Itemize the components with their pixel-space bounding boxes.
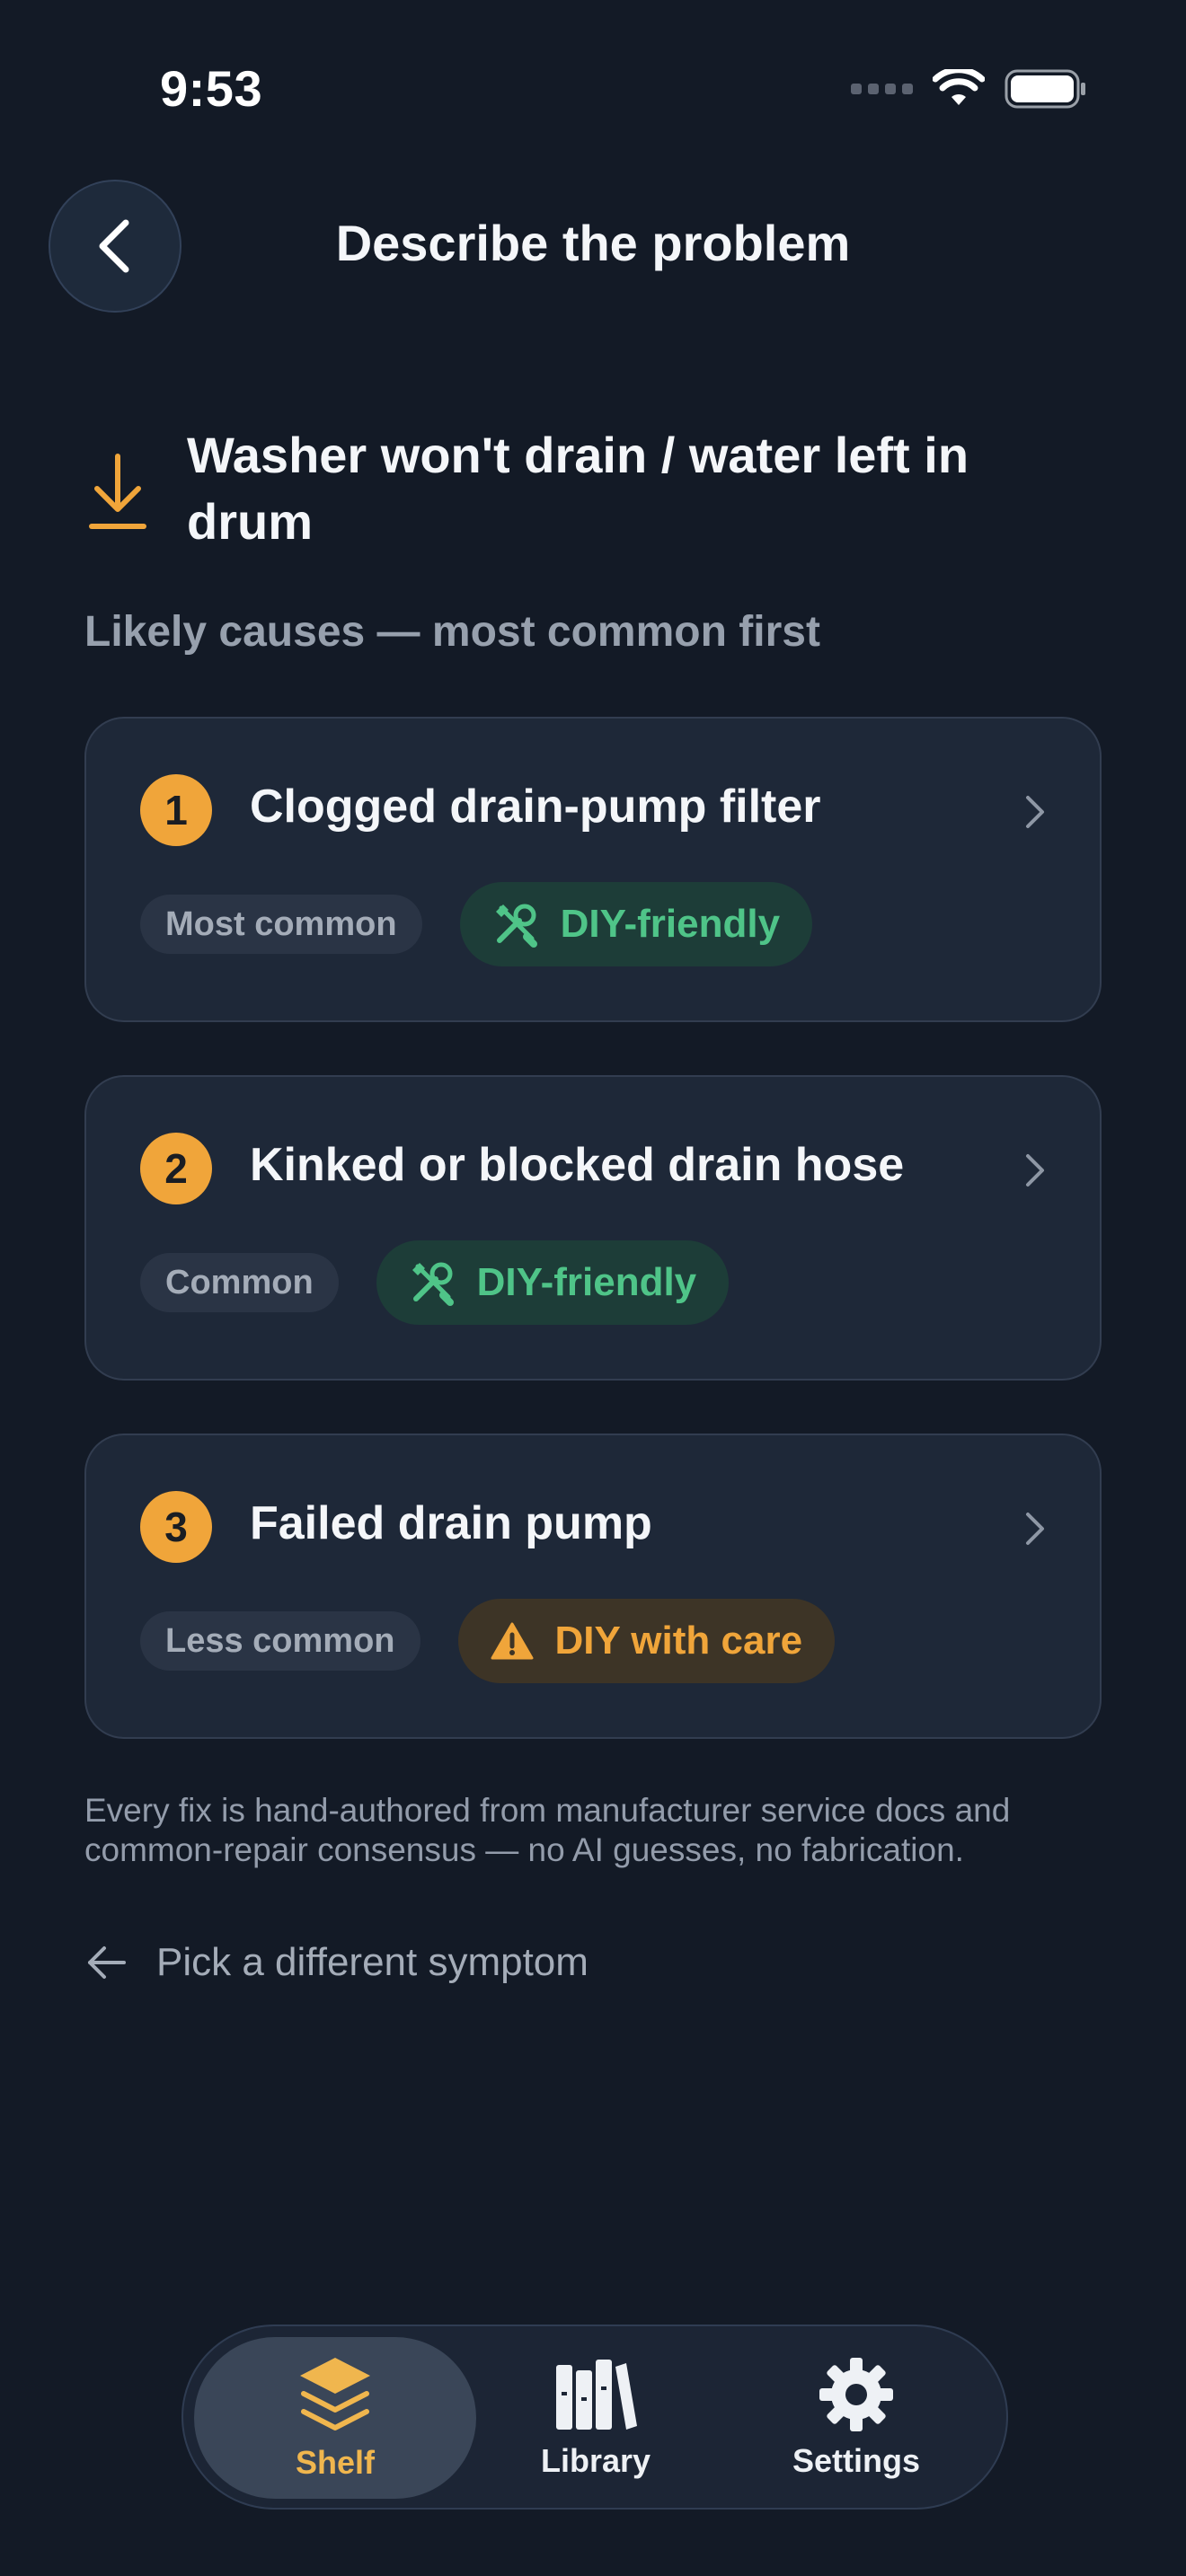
wifi-icon <box>933 69 985 105</box>
diy-chip: DIY-friendly <box>459 882 813 966</box>
tab-settings[interactable]: Settings <box>715 2337 997 2499</box>
chevron-right-icon <box>1026 1513 1044 1545</box>
status-time: 9:53 <box>160 60 263 117</box>
pick-different-symptom-link[interactable]: Pick a different symptom <box>84 1940 589 1985</box>
alt-link-label: Pick a different symptom <box>156 1940 589 1984</box>
chevron-right-icon <box>1026 796 1044 828</box>
diy-label: DIY with care <box>554 1619 803 1663</box>
rank-badge: 1 <box>140 774 212 846</box>
tab-label: Shelf <box>295 2444 375 2481</box>
diy-label: DIY-friendly <box>476 1260 697 1304</box>
cause-title: Kinked or blocked drain hose <box>250 1139 905 1191</box>
cause-card-1[interactable]: 1 Clogged drain-pump filter Most common … <box>84 717 1102 1022</box>
tab-label: Library <box>540 2442 651 2479</box>
diy-chip: DIY with care <box>457 1599 836 1683</box>
frequency-chip: Common <box>140 1253 339 1312</box>
disclaimer: Every fix is hand-authored from manufact… <box>84 1792 1011 1868</box>
tab-shelf[interactable]: Shelf <box>194 2337 476 2499</box>
rank-badge: 3 <box>140 1491 212 1563</box>
page-title: Describe the problem <box>335 215 851 271</box>
arrow-left-icon <box>88 1946 126 1979</box>
frequency-chip: Less common <box>140 1611 420 1671</box>
warning-icon <box>491 1622 534 1660</box>
books-icon <box>556 2360 637 2430</box>
chevron-right-icon <box>1026 1154 1044 1187</box>
tab-bar: Shelf Library Settings <box>181 2325 1008 2510</box>
arrow-down-to-line-icon <box>89 454 146 529</box>
cause-chips: Common DIY-friendly <box>140 1240 730 1325</box>
rank-badge: 2 <box>140 1133 212 1204</box>
symptom-title: Washer won't drain / water left in drum <box>187 427 969 550</box>
diy-label: DIY-friendly <box>560 902 781 946</box>
tab-library[interactable]: Library <box>455 2337 737 2499</box>
cause-title: Clogged drain-pump filter <box>250 781 821 833</box>
tab-label: Settings <box>792 2442 920 2479</box>
layers-icon <box>300 2358 370 2430</box>
tools-icon <box>495 904 537 948</box>
status-icons <box>851 66 1087 111</box>
cause-chips: Most common DIY-friendly <box>140 882 813 966</box>
cause-title: Failed drain pump <box>250 1497 652 1549</box>
tools-icon <box>412 1262 454 1306</box>
cause-card-2[interactable]: 2 Kinked or blocked drain hose Common DI… <box>84 1075 1102 1381</box>
screen: 9:53 Describe the problem Washer won't d… <box>0 0 1186 2576</box>
cellular-signal-icon <box>851 84 913 94</box>
diy-chip: DIY-friendly <box>376 1240 730 1325</box>
frequency-chip: Most common <box>140 895 422 954</box>
cause-card-3[interactable]: 3 Failed drain pump Less common DIY with… <box>84 1434 1102 1739</box>
battery-icon <box>1005 69 1085 109</box>
gear-icon <box>819 2358 893 2431</box>
section-label: Likely causes — most common first <box>84 608 820 656</box>
cause-chips: Less common DIY with care <box>140 1599 836 1683</box>
